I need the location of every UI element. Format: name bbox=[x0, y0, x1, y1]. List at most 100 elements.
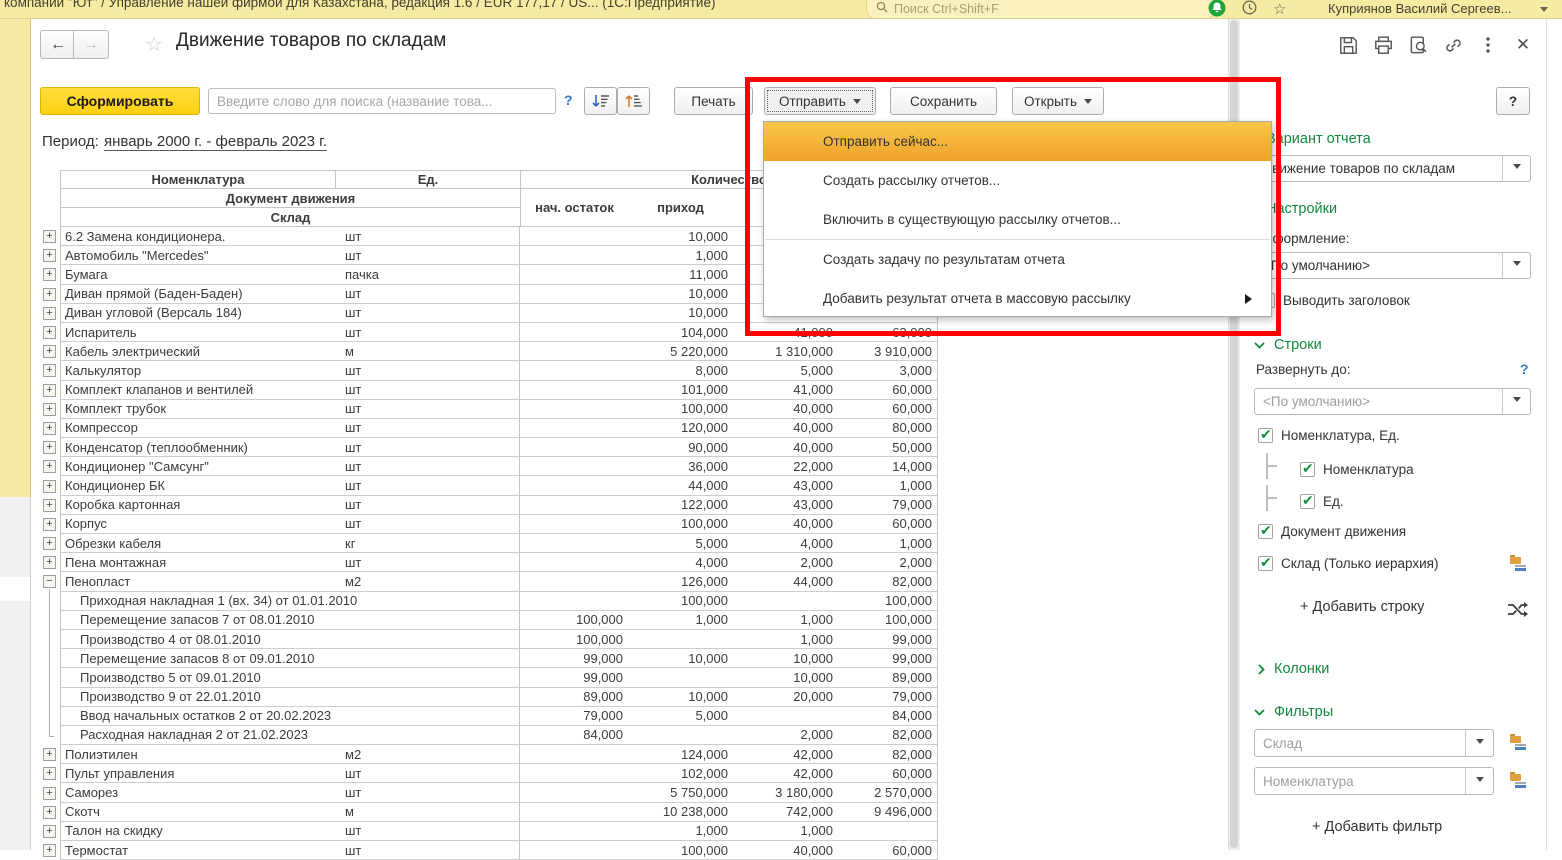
preview-icon[interactable] bbox=[1408, 35, 1428, 55]
checkbox-checked-icon[interactable] bbox=[1258, 556, 1273, 571]
closing-cell[interactable]: 100,000 bbox=[838, 592, 938, 611]
appearance-select[interactable]: <По умолчанию> bbox=[1254, 252, 1531, 279]
income-cell[interactable]: 5,000 bbox=[628, 707, 733, 726]
period-link[interactable]: январь 2000 г. - февраль 2023 г. bbox=[104, 133, 327, 151]
opening-cell[interactable] bbox=[520, 841, 628, 860]
expense-cell[interactable]: 1,000 bbox=[733, 611, 838, 630]
opening-cell[interactable] bbox=[520, 285, 628, 304]
table-row[interactable]: +Пульт управленияшт102,00042,00060,000 bbox=[42, 764, 938, 783]
expand-icon[interactable]: + bbox=[43, 326, 56, 339]
expand-icon[interactable]: + bbox=[43, 364, 56, 377]
opening-cell[interactable] bbox=[520, 745, 628, 764]
expense-cell[interactable]: 43,000 bbox=[733, 476, 838, 495]
expense-cell[interactable]: 44,000 bbox=[733, 572, 838, 591]
link-icon[interactable] bbox=[1443, 35, 1463, 55]
table-row[interactable]: +Компрессоршт120,00040,00080,000 bbox=[42, 419, 938, 438]
close-icon[interactable]: ✕ bbox=[1513, 35, 1533, 55]
table-row[interactable]: +Термостатшт100,00040,00060,000 bbox=[42, 841, 938, 860]
income-cell[interactable]: 10,000 bbox=[628, 649, 733, 668]
unit-cell[interactable]: кг bbox=[335, 534, 520, 553]
income-cell[interactable] bbox=[628, 668, 733, 687]
unit-cell[interactable]: шт bbox=[335, 496, 520, 515]
shuffle-icon[interactable] bbox=[1508, 602, 1528, 620]
opening-cell[interactable]: 99,000 bbox=[520, 668, 628, 687]
income-cell[interactable]: 5 750,000 bbox=[628, 783, 733, 802]
income-cell[interactable]: 90,000 bbox=[628, 438, 733, 457]
opening-cell[interactable] bbox=[520, 304, 628, 323]
filters-section-header[interactable]: Фильтры bbox=[1254, 704, 1333, 720]
expand-icon[interactable]: + bbox=[43, 460, 56, 473]
left-panel-tab[interactable] bbox=[0, 497, 31, 535]
closing-cell[interactable]: 60,000 bbox=[838, 400, 938, 419]
table-row[interactable]: +Саморезшт5 750,0003 180,0002 570,000 bbox=[42, 783, 938, 802]
search-help-icon[interactable]: ? bbox=[564, 92, 573, 108]
open-button[interactable]: Открыть bbox=[1012, 87, 1104, 115]
save-button[interactable]: Сохранить bbox=[890, 87, 997, 115]
unit-cell[interactable]: шт bbox=[335, 304, 520, 323]
unit-cell[interactable]: шт bbox=[335, 822, 520, 841]
nomenclature-cell[interactable]: Автомобиль "Mercedes" bbox=[60, 246, 335, 265]
expense-cell[interactable]: 41,000 bbox=[733, 323, 838, 342]
hierarchy-folder-icon[interactable] bbox=[1510, 556, 1527, 571]
help-button[interactable]: ? bbox=[1496, 87, 1530, 115]
income-cell[interactable]: 4,000 bbox=[628, 553, 733, 572]
opening-cell[interactable] bbox=[520, 438, 628, 457]
closing-cell[interactable]: 60,000 bbox=[838, 515, 938, 534]
nomenclature-cell[interactable]: Испаритель bbox=[60, 323, 335, 342]
closing-cell[interactable] bbox=[838, 822, 938, 841]
chevron-down-icon[interactable] bbox=[1465, 768, 1493, 794]
expense-cell[interactable]: 4,000 bbox=[733, 534, 838, 553]
expand-icon[interactable]: + bbox=[43, 499, 56, 512]
table-row[interactable]: −Пенопластм2126,00044,00082,000 bbox=[42, 572, 938, 591]
opening-cell[interactable] bbox=[520, 572, 628, 591]
income-cell[interactable]: 100,000 bbox=[628, 841, 733, 860]
expense-cell[interactable] bbox=[733, 707, 838, 726]
document-cell[interactable]: Производство 4 от 08.01.2010 bbox=[60, 630, 520, 649]
unit-cell[interactable]: м bbox=[335, 803, 520, 822]
back-button[interactable]: ← bbox=[40, 30, 76, 59]
closing-cell[interactable]: 79,000 bbox=[838, 496, 938, 515]
unit-cell[interactable]: м2 bbox=[335, 572, 520, 591]
expense-cell[interactable]: 40,000 bbox=[733, 438, 838, 457]
table-row[interactable]: Перемещение запасов 7 от 08.01.2010100,0… bbox=[42, 611, 938, 630]
document-cell[interactable]: Производство 5 от 09.01.2010 bbox=[60, 668, 520, 687]
collapse-icon[interactable]: − bbox=[43, 575, 56, 588]
expand-icon[interactable]: + bbox=[43, 518, 56, 531]
hierarchy-folder-icon[interactable] bbox=[1510, 773, 1527, 788]
expense-cell[interactable]: 43,000 bbox=[733, 496, 838, 515]
row-item-unit[interactable]: Ед. bbox=[1266, 491, 1344, 511]
chevron-down-icon[interactable] bbox=[1502, 389, 1530, 414]
row-item-warehouse[interactable]: Склад (Только иерархия) bbox=[1258, 556, 1438, 571]
income-cell[interactable]: 11,000 bbox=[628, 265, 733, 284]
income-cell[interactable]: 104,000 bbox=[628, 323, 733, 342]
current-user[interactable]: Куприянов Василий Сергеев... bbox=[1328, 1, 1511, 16]
table-row[interactable]: +Конденсатор (теплообменник)шт90,00040,0… bbox=[42, 438, 938, 457]
unit-cell[interactable]: м bbox=[335, 342, 520, 361]
table-row[interactable]: +Скотчм10 238,000742,0009 496,000 bbox=[42, 803, 938, 822]
nomenclature-cell[interactable]: Конденсатор (теплообменник) bbox=[60, 438, 335, 457]
closing-cell[interactable]: 63,000 bbox=[838, 323, 938, 342]
table-row[interactable]: Производство 4 от 08.01.2010100,0001,000… bbox=[42, 630, 938, 649]
document-cell[interactable]: Перемещение запасов 8 от 09.01.2010 bbox=[60, 649, 520, 668]
opening-cell[interactable] bbox=[520, 381, 628, 400]
table-row[interactable]: +Полиэтиленм2124,00042,00082,000 bbox=[42, 745, 938, 764]
document-cell[interactable]: Перемещение запасов 7 от 08.01.2010 bbox=[60, 611, 520, 630]
expense-cell[interactable]: 40,000 bbox=[733, 400, 838, 419]
left-panel-strip[interactable] bbox=[0, 18, 31, 498]
income-cell[interactable]: 102,000 bbox=[628, 764, 733, 783]
favorites-icon[interactable]: ☆ bbox=[1273, 2, 1286, 17]
filter-nomenclature-select[interactable]: Номенклатура bbox=[1254, 767, 1494, 795]
income-cell[interactable]: 36,000 bbox=[628, 457, 733, 476]
nomenclature-cell[interactable]: Пена монтажная bbox=[60, 553, 335, 572]
expense-cell[interactable]: 1 310,000 bbox=[733, 342, 838, 361]
menu-item[interactable]: Создать задачу по результатам отчета bbox=[764, 240, 1271, 279]
table-row[interactable]: +Обрезки кабелякг5,0004,0001,000 bbox=[42, 534, 938, 553]
table-row[interactable]: +Испарительшт104,00041,00063,000 bbox=[42, 323, 938, 342]
menu-item[interactable]: Добавить результат отчета в массовую рас… bbox=[764, 279, 1271, 317]
opening-cell[interactable] bbox=[520, 822, 628, 841]
opening-cell[interactable]: 100,000 bbox=[520, 630, 628, 649]
table-row[interactable]: Производство 5 от 09.01.201099,00010,000… bbox=[42, 668, 938, 687]
closing-cell[interactable]: 1,000 bbox=[838, 476, 938, 495]
opening-cell[interactable]: 100,000 bbox=[520, 611, 628, 630]
table-row[interactable]: +Кабель электрическийм5 220,0001 310,000… bbox=[42, 342, 938, 361]
